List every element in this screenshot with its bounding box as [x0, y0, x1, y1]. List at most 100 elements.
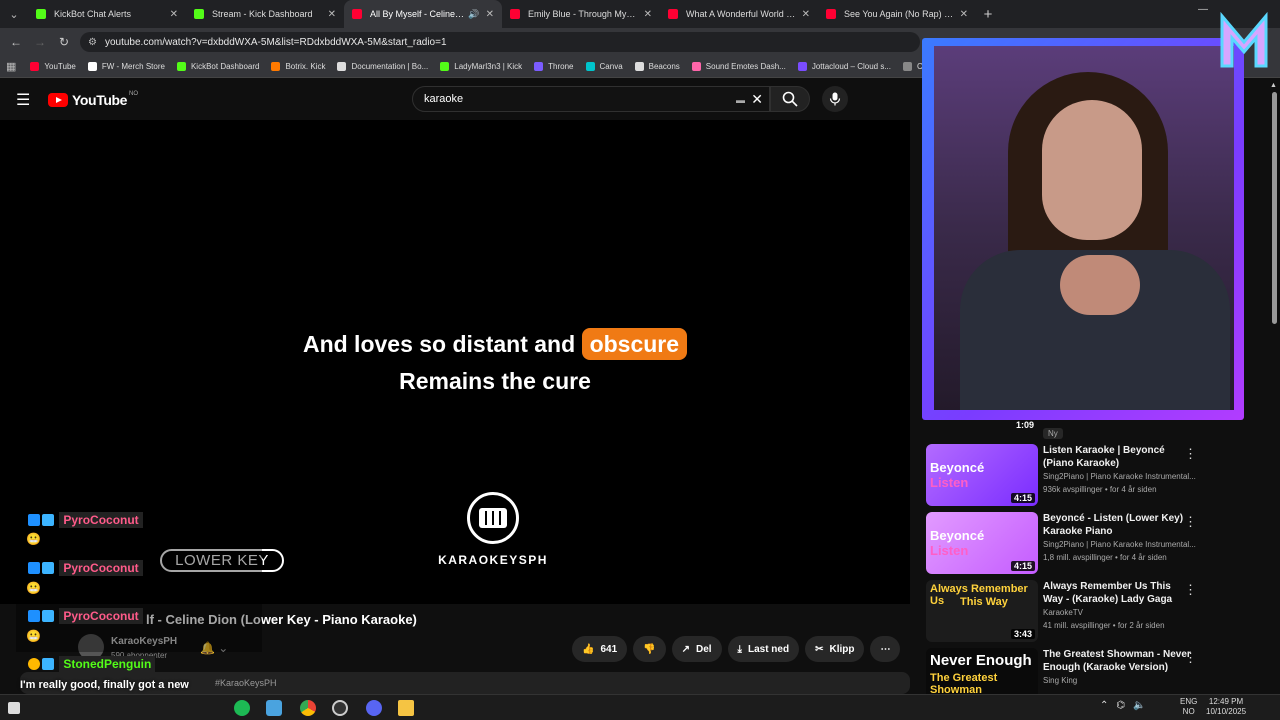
tab-search-button[interactable]: ⌄ [0, 0, 28, 28]
video-thumbnail[interactable]: Beyoncé Listen 4:15 [926, 444, 1038, 506]
more-actions-button[interactable]: ⋯ [870, 636, 901, 662]
bookmark-item[interactable]: Beacons [634, 62, 680, 71]
download-icon: ⤓ [737, 643, 742, 655]
minimize-icon[interactable]: — [1198, 4, 1208, 15]
network-icon[interactable]: ⌬ [1116, 700, 1125, 711]
share-button[interactable]: ↗ Del [671, 636, 722, 662]
video-title[interactable]: Listen Karaoke | Beyoncé (Piano Karaoke) [1043, 444, 1193, 470]
bookmark-item[interactable]: YouTube [30, 62, 76, 71]
tab-close-icon[interactable]: ✕ [644, 9, 652, 20]
browser-tab-active[interactable]: All By Myself - Celine Dion 🔊 ✕ [344, 0, 502, 28]
video-title[interactable]: The Greatest Showman - Never Enough (Kar… [1043, 648, 1193, 674]
tab-title: KickBot Chat Alerts [54, 9, 132, 19]
youtube-wordmark: YouTube [72, 92, 128, 108]
bookmark-item[interactable]: KickBot Dashboard [176, 62, 259, 71]
bookmark-favicon-icon [337, 62, 347, 71]
more-options-icon[interactable]: ⋮ [1184, 582, 1197, 598]
bookmark-item[interactable]: Documentation | Bo... [337, 62, 428, 71]
hamburger-menu-icon[interactable]: ☰ [16, 90, 30, 110]
taskbar-clock[interactable]: 12:49 PM 10/10/2025 [1206, 697, 1246, 717]
volume-icon[interactable]: 🔈 [1133, 700, 1145, 711]
tab-close-icon[interactable]: ✕ [486, 9, 494, 20]
bookmark-item[interactable]: Jottacloud – Cloud s... [797, 62, 891, 71]
video-thumbnail[interactable]: Always Remember Us This Way 3:43 [926, 580, 1038, 642]
scroll-up-arrow-icon[interactable]: ▲ [1270, 82, 1277, 89]
video-title[interactable]: Always Remember Us This Way - (Karaoke) … [1043, 580, 1193, 606]
clear-search-icon[interactable]: ✕ [751, 91, 763, 108]
channel-brand-text: KARAOKEYSPH [438, 553, 548, 567]
reload-icon[interactable]: ↻ [52, 35, 76, 49]
youtube-logo[interactable]: YouTube NO [48, 91, 138, 108]
emote-icon: 😬 [26, 581, 41, 595]
keyboard-icon[interactable]: ▬ [736, 95, 745, 105]
tab-close-icon[interactable]: ✕ [328, 9, 336, 20]
tray-chevron-icon[interactable]: ⌃ [1100, 700, 1108, 711]
back-icon[interactable]: ← [4, 35, 28, 49]
browser-tab[interactable]: Emily Blue - Through My Soul ✕ [502, 0, 660, 28]
site-info-icon[interactable]: ⚙ [88, 37, 97, 48]
thumbnail-text: Beyoncé [930, 460, 985, 475]
bookmark-item[interactable]: FW - Merch Store [87, 62, 165, 71]
channel-name[interactable]: Sing King [1043, 676, 1203, 685]
video-thumbnail[interactable]: Never Enough The Greatest Showman [926, 648, 1038, 694]
tab-close-icon[interactable]: ✕ [170, 9, 178, 20]
thumbs-up-icon: 👍 [582, 643, 595, 655]
more-options-icon[interactable]: ⋮ [1184, 514, 1197, 530]
browser-tab[interactable]: What A Wonderful World - Lou ✕ [660, 0, 818, 28]
new-tab-button[interactable]: + [976, 0, 1000, 28]
clip-label: Klipp [829, 643, 855, 655]
search-query: karaoke [424, 93, 464, 105]
input-language[interactable]: ENG NO [1180, 697, 1197, 717]
forward-icon[interactable]: → [28, 35, 52, 49]
download-button[interactable]: ⤓ Last ned [727, 636, 800, 662]
voice-search-button[interactable] [822, 86, 848, 112]
tab-title: Emily Blue - Through My Soul [528, 9, 638, 19]
tab-close-icon[interactable]: ✕ [960, 9, 968, 20]
bookmark-label: Beacons [648, 62, 680, 71]
speaker-icon[interactable]: 🔊 [468, 9, 479, 20]
browser-tab[interactable]: KickBot Chat Alerts ✕ [28, 0, 186, 28]
chat-badge-icon [28, 561, 40, 574]
recommended-video[interactable]: Beyoncé Listen 4:15 Beyoncé - Listen (Lo… [926, 512, 1276, 574]
discord-icon[interactable] [366, 700, 382, 716]
bookmark-item[interactable]: LadyMarl3n3 | Kick [440, 62, 522, 71]
bookmark-label: Documentation | Bo... [351, 62, 429, 71]
recommended-video[interactable]: Always Remember Us This Way 3:43 Always … [926, 580, 1276, 642]
like-button[interactable]: 👍 641 [572, 636, 628, 662]
recommended-video[interactable]: Beyoncé Listen 4:15 Listen Karaoke | Bey… [926, 444, 1276, 506]
url-field[interactable]: ⚙ youtube.com/watch?v=dxbddWXA-5M&list=R… [80, 32, 920, 52]
channel-name[interactable]: Sing2Piano | Piano Karaoke Instrumental.… [1043, 472, 1203, 481]
url-text: youtube.com/watch?v=dxbddWXA-5M&list=RDd… [104, 36, 447, 48]
channel-name[interactable]: KaraokeTV [1043, 608, 1203, 617]
bookmark-item[interactable]: Throne [534, 62, 574, 71]
search-input[interactable]: karaoke ▬ ✕ [412, 86, 770, 112]
bookmark-item[interactable]: Botrix. Kick [271, 62, 325, 71]
bookmark-favicon-icon [797, 62, 807, 71]
app-icon[interactable] [266, 700, 282, 716]
clip-button[interactable]: ✂ Klipp [805, 636, 865, 662]
browser-tab[interactable]: Stream - Kick Dashboard ✕ [186, 0, 344, 28]
youtube-favicon-icon [352, 9, 362, 19]
browser-tab[interactable]: See You Again (No Rap) - Char ✕ [818, 0, 976, 28]
tab-close-icon[interactable]: ✕ [802, 9, 810, 20]
more-options-icon[interactable]: ⋮ [1184, 446, 1197, 462]
video-title[interactable]: Beyoncé - Listen (Lower Key) Karaoke Pia… [1043, 512, 1193, 538]
dislike-button[interactable]: 👎 [633, 636, 666, 662]
search-button[interactable] [770, 86, 810, 112]
channel-name[interactable]: Sing2Piano | Piano Karaoke Instrumental.… [1043, 540, 1203, 549]
apps-grid-icon[interactable]: ▦ [6, 60, 16, 73]
bookmark-item[interactable]: Canva [585, 62, 623, 71]
chrome-icon[interactable] [300, 700, 316, 716]
video-duration: 4:15 [1010, 561, 1035, 571]
start-icon[interactable] [8, 702, 20, 714]
obs-icon[interactable] [332, 700, 348, 716]
recommended-video[interactable]: Never Enough The Greatest Showman The Gr… [926, 648, 1276, 694]
bookmark-item[interactable]: Sound Emotes Dash... [691, 62, 786, 71]
page-scrollbar[interactable] [1272, 92, 1277, 324]
bookmark-label: Throne [548, 62, 574, 71]
video-thumbnail[interactable]: Beyoncé Listen 4:15 [926, 512, 1038, 574]
bookmark-label: Canva [599, 62, 623, 71]
more-options-icon[interactable]: ⋮ [1184, 650, 1197, 666]
file-explorer-icon[interactable] [398, 700, 414, 716]
spotify-icon[interactable] [234, 700, 250, 716]
